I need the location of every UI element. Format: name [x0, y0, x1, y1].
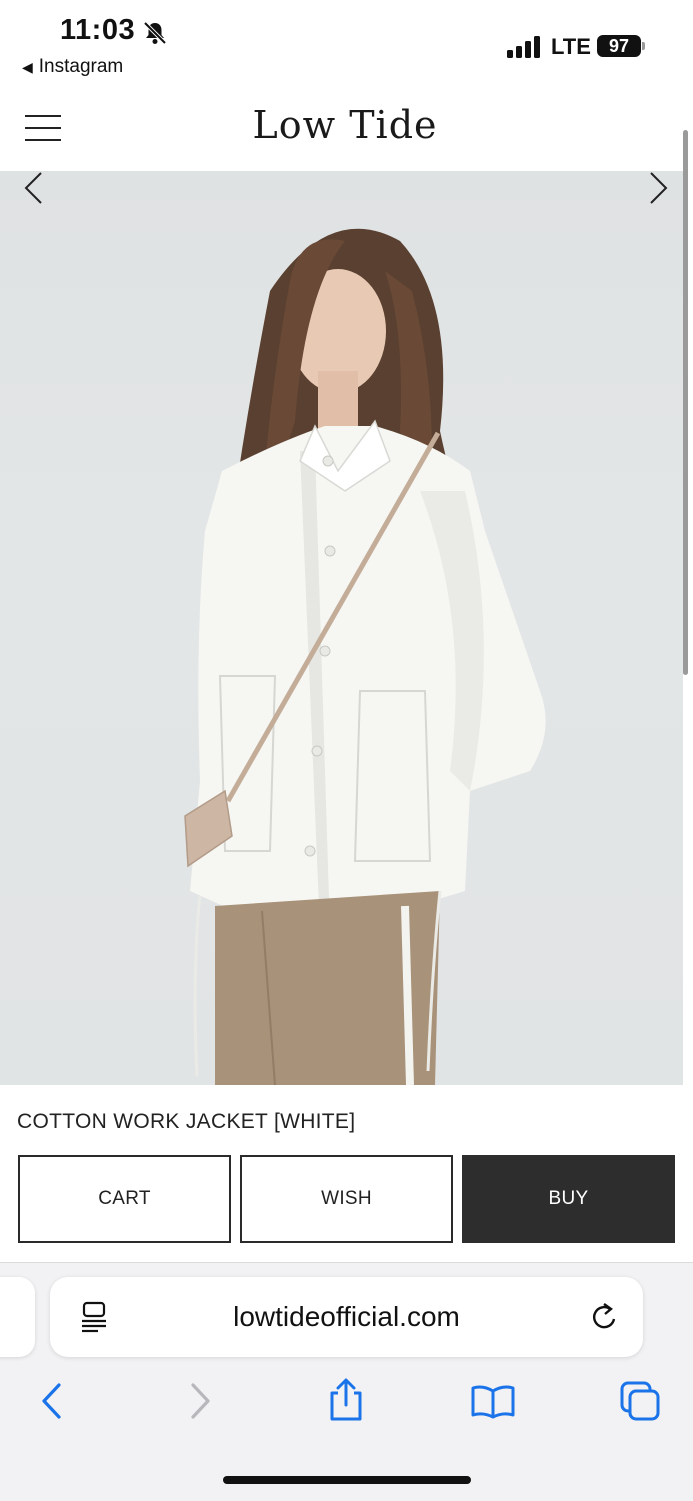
cellular-signal-icon: [507, 36, 540, 58]
home-indicator[interactable]: [223, 1476, 471, 1484]
buy-button[interactable]: BUY: [462, 1155, 675, 1243]
battery-indicator: 97: [597, 35, 641, 57]
back-triangle-icon: ◀: [22, 58, 33, 75]
back-app-label: Instagram: [38, 56, 124, 77]
model-photo: [184, 228, 546, 1085]
status-time: 11:03: [60, 14, 136, 46]
cart-button[interactable]: CART: [18, 1155, 231, 1243]
previous-tab-peek[interactable]: [0, 1277, 35, 1357]
wish-button[interactable]: WISH: [240, 1155, 453, 1243]
url-text: lowtideofficial.com: [233, 1301, 460, 1332]
silent-bell-icon: [143, 21, 167, 45]
tabs-icon[interactable]: [618, 1379, 662, 1423]
share-icon[interactable]: [326, 1377, 366, 1423]
forward-arrow-icon[interactable]: [188, 1381, 214, 1421]
page-scrollbar[interactable]: [683, 130, 688, 675]
bookmarks-icon[interactable]: [470, 1383, 516, 1419]
address-bar[interactable]: lowtideofficial.com: [50, 1277, 643, 1357]
back-arrow-icon[interactable]: [38, 1381, 64, 1421]
product-title: COTTON WORK JACKET [WHITE]: [17, 1110, 356, 1133]
next-image-arrow-icon[interactable]: [646, 171, 670, 205]
battery-tip: [642, 42, 645, 50]
back-to-app-link[interactable]: ◀ Instagram: [22, 56, 123, 78]
prev-image-arrow-icon[interactable]: [22, 171, 46, 205]
reload-icon[interactable]: [590, 1301, 620, 1333]
site-logo[interactable]: Low Tide: [0, 103, 690, 147]
product-image[interactable]: [0, 171, 683, 1085]
network-type: LTE: [551, 34, 591, 59]
site-header: Low Tide: [0, 85, 683, 171]
browser-bottom-bar: lowtideofficial.com: [0, 1262, 693, 1501]
